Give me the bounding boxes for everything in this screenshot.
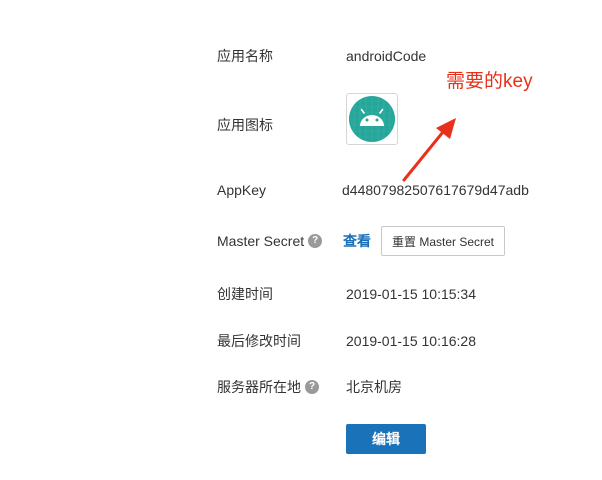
annotation-arrow-icon <box>402 118 456 182</box>
